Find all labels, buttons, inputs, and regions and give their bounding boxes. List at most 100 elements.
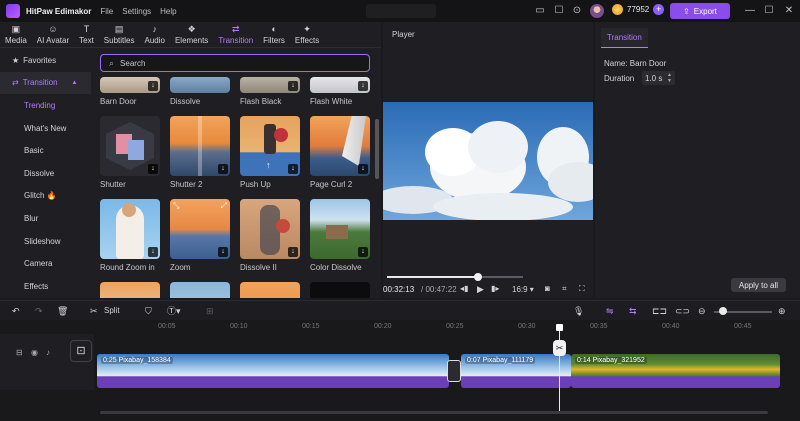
tile-color-dissolve[interactable]: ↓ xyxy=(310,199,370,259)
time-ruler[interactable]: 00:05 00:10 00:15 00:20 00:25 00:30 00:3… xyxy=(96,320,800,334)
aspect-ratio-select[interactable]: 16:9 ▾ xyxy=(512,285,534,294)
tab-elements[interactable]: ❖ Elements xyxy=(170,22,213,48)
menu-settings[interactable]: Settings xyxy=(122,7,151,16)
download-icon[interactable]: ↓ xyxy=(218,247,228,257)
tile-next[interactable] xyxy=(240,282,300,298)
magnet-icon[interactable]: ⇆ xyxy=(629,305,637,317)
zoom-in-icon[interactable]: ⊕ xyxy=(778,305,786,317)
link-icon[interactable]: ⇋ xyxy=(606,305,614,317)
next-frame-icon[interactable]: ▮▸ xyxy=(491,284,499,293)
tab-transition-properties[interactable]: Transition xyxy=(601,28,648,48)
tile-shutter[interactable]: ↓ xyxy=(100,116,160,176)
zoom-knob[interactable] xyxy=(719,307,727,315)
sidebar-item-effects[interactable]: Effects xyxy=(0,275,91,298)
download-icon[interactable]: ↓ xyxy=(148,81,158,91)
download-icon[interactable]: ↓ xyxy=(148,247,158,257)
coin-balance[interactable]: 77952 + xyxy=(612,4,665,15)
playhead-handle[interactable] xyxy=(556,324,563,331)
tab-media[interactable]: ▣ Media xyxy=(0,22,32,48)
search-box[interactable]: ⌕ xyxy=(100,54,370,72)
eye-icon[interactable]: ◉ xyxy=(31,348,38,357)
apply-to-all-button[interactable]: Apply to all xyxy=(731,278,786,292)
tile-round-zoom-in[interactable]: ↓ xyxy=(100,199,160,259)
download-icon[interactable]: ⊙ xyxy=(571,5,583,17)
ripple-icon[interactable]: ⊏⊐ xyxy=(652,305,667,317)
split-at-playhead-icon[interactable]: ✂ xyxy=(553,340,566,356)
feedback-icon[interactable]: ☐ xyxy=(553,5,565,17)
close-icon[interactable]: ✕ xyxy=(782,4,796,18)
sidebar-item-slideshow[interactable]: Slideshow xyxy=(0,230,91,253)
sidebar-item-dissolve[interactable]: Dissolve xyxy=(0,162,91,185)
download-icon[interactable]: ↓ xyxy=(288,247,298,257)
tile-flash-white[interactable]: ↓ xyxy=(310,77,370,93)
tile-next[interactable] xyxy=(100,282,160,298)
camera-icon[interactable]: ◙ xyxy=(545,284,550,293)
tab-subtitles[interactable]: ▤ Subtitles xyxy=(99,22,140,48)
scissors-icon[interactable]: ✂ xyxy=(90,305,98,317)
undo-icon[interactable]: ↶ xyxy=(12,305,20,317)
shield-icon[interactable]: ⛉ xyxy=(145,305,152,317)
progress-bar[interactable] xyxy=(387,273,523,281)
sidebar-item-whats-new[interactable]: What's New xyxy=(0,117,91,140)
download-icon[interactable]: ↓ xyxy=(288,164,298,174)
search-input[interactable] xyxy=(120,58,351,68)
layout-icon[interactable]: ▭ xyxy=(534,5,546,17)
tab-effects[interactable]: ✦ Effects xyxy=(290,22,324,48)
tile-next[interactable] xyxy=(310,282,370,298)
sidebar-item-camera[interactable]: Camera xyxy=(0,252,91,275)
split-button[interactable]: Split xyxy=(104,306,120,315)
sidebar-item-trending[interactable]: Trending xyxy=(0,94,91,117)
sidebar-transition-section[interactable]: ⇄ Transition ▲ xyxy=(0,71,91,95)
download-icon[interactable]: ↓ xyxy=(148,164,158,174)
lock-icon[interactable]: ⊟ xyxy=(16,348,23,357)
audio-icon[interactable]: ♪ xyxy=(46,348,50,357)
video-clip-1[interactable]: 0:25 Pixabay_158384 xyxy=(97,354,449,388)
zoom-out-icon[interactable]: ⊖ xyxy=(698,305,706,317)
tile-dissolve[interactable] xyxy=(170,77,230,93)
sidebar-favorites[interactable]: ★ Favorites xyxy=(0,49,91,72)
title-search-box[interactable] xyxy=(366,4,436,18)
tile-dissolve-ii[interactable]: ↓ xyxy=(240,199,300,259)
cover-icon[interactable]: ⊡ xyxy=(70,340,92,362)
progress-knob[interactable] xyxy=(474,273,483,281)
export-button[interactable]: ⇪ Export xyxy=(670,3,730,19)
download-icon[interactable]: ↓ xyxy=(288,81,298,91)
download-icon[interactable]: ↓ xyxy=(358,247,368,257)
sidebar-item-blur[interactable]: Blur xyxy=(0,207,91,230)
fullscreen-icon[interactable]: ⛶ xyxy=(579,284,585,294)
delete-icon[interactable]: 🗑 xyxy=(57,305,68,317)
microphone-icon[interactable]: 🎙 xyxy=(573,305,584,317)
loop-icon[interactable]: ⊂⊃ xyxy=(675,305,690,317)
video-clip-3[interactable]: 0:14 Pixabay_321952 xyxy=(571,354,780,388)
add-icon[interactable]: ⊞ xyxy=(206,305,214,317)
tab-ai-avatar[interactable]: ☺ AI Avatar xyxy=(32,22,74,48)
video-preview[interactable] xyxy=(383,102,593,220)
text-tool-icon[interactable]: Ⓣ▾ xyxy=(167,305,181,317)
tile-page-curl-2[interactable]: ↓ xyxy=(310,116,370,176)
crop-icon[interactable]: ⌗ xyxy=(562,284,567,294)
tile-zoom[interactable]: ⤡ ⤢ ↓ xyxy=(170,199,230,259)
tile-next[interactable] xyxy=(170,282,230,298)
download-icon[interactable]: ↓ xyxy=(218,164,228,174)
tab-filters[interactable]: ◐ Filters xyxy=(258,22,290,48)
tile-shutter-2[interactable]: ↓ xyxy=(170,116,230,176)
tile-push-up[interactable]: ↑ ↓ xyxy=(240,116,300,176)
play-icon[interactable]: ▶ xyxy=(477,284,484,295)
video-clip-2[interactable]: 0:07 Pixabay_111179 xyxy=(461,354,571,388)
maximize-icon[interactable]: ☐ xyxy=(762,4,776,18)
sidebar-item-glitch[interactable]: Glitch 🔥 xyxy=(0,185,91,208)
minimize-icon[interactable]: — xyxy=(743,4,757,18)
tile-flash-black[interactable]: ↓ xyxy=(240,77,300,93)
stepper-arrows-icon[interactable]: ▲ ▼ xyxy=(667,72,672,84)
grid-scrollbar[interactable] xyxy=(375,119,379,179)
sidebar-item-basic[interactable]: Basic xyxy=(0,139,91,162)
menu-help[interactable]: Help xyxy=(160,7,176,16)
download-icon[interactable]: ↓ xyxy=(358,164,368,174)
download-icon[interactable]: ↓ xyxy=(358,81,368,91)
transition-marker[interactable] xyxy=(447,360,461,382)
tab-audio[interactable]: ♪ Audio xyxy=(139,22,169,48)
redo-icon[interactable]: ↷ xyxy=(35,305,43,317)
menu-file[interactable]: File xyxy=(100,7,113,16)
user-avatar[interactable] xyxy=(590,4,604,18)
tab-text[interactable]: T Text xyxy=(74,22,99,48)
